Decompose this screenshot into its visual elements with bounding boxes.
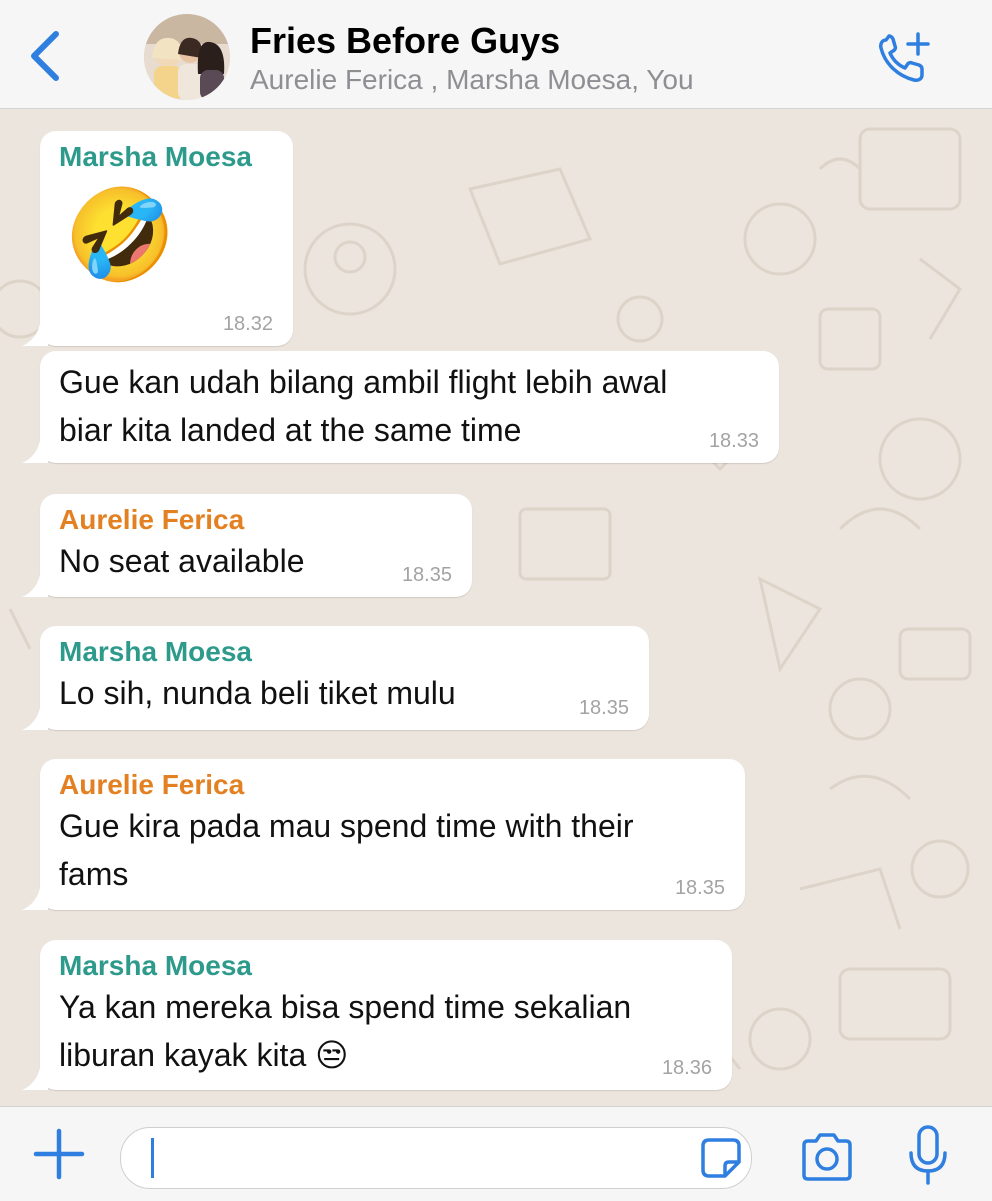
microphone-button[interactable] (906, 1123, 950, 1189)
sender-name: Aurelie Ferica (59, 504, 245, 535)
message-input[interactable] (120, 1127, 752, 1189)
message-time: 18.35 (401, 564, 452, 586)
camera-icon (802, 1133, 852, 1181)
message-bubble[interactable]: Marsha Moesa Lo sih, nunda beli tiket mu… (22, 626, 649, 730)
message-text: biar kita landed at the same time (59, 412, 522, 448)
message-time: 18.33 (708, 430, 759, 452)
message-bubble[interactable]: Marsha Moesa Ya kan mereka bisa spend ti… (22, 940, 732, 1090)
emoji-message: 🤣 (64, 186, 177, 286)
message-text: No seat available (59, 543, 305, 579)
message-text: Gue kira pada mau spend time with their (59, 808, 634, 844)
bubble-tail (22, 708, 48, 730)
sender-name: Marsha Moesa (59, 636, 252, 667)
sender-name: Marsha Moesa (59, 950, 252, 981)
message-composer (0, 1106, 992, 1201)
bubble-tail (22, 888, 48, 910)
message-text: Ya kan mereka bisa spend time sekalian (59, 989, 632, 1025)
group-title[interactable]: Fries Before Guys (250, 20, 560, 62)
message-list[interactable]: Marsha Moesa 🤣 18.32 Gue kan udah bilang… (0, 109, 992, 1106)
message-time: 18.35 (578, 697, 629, 719)
message-bubble[interactable]: Aurelie Ferica No seat available 18.35 (22, 494, 472, 597)
group-avatar[interactable] (144, 14, 230, 100)
message-time: 18.35 (674, 877, 725, 899)
plus-icon (33, 1128, 85, 1180)
attach-button[interactable] (30, 1125, 88, 1183)
message-text: fams (59, 856, 129, 892)
message-time: 18.32 (222, 313, 273, 335)
message-bubble[interactable]: Aurelie Ferica Gue kira pada mau spend t… (22, 759, 745, 910)
bubble-tail (22, 324, 48, 346)
message-bubble[interactable]: Gue kan udah bilang ambil flight lebih a… (22, 351, 779, 463)
bubble-tail (22, 441, 48, 463)
back-button[interactable] (22, 26, 72, 86)
chat-header: Fries Before Guys Aurelie Ferica , Marsh… (0, 0, 992, 109)
microphone-icon (909, 1125, 947, 1185)
sender-name: Marsha Moesa (59, 141, 252, 172)
message-text: Lo sih, nunda beli tiket mulu (59, 675, 456, 711)
sticker-button[interactable] (699, 1136, 743, 1180)
bubble-tail (22, 575, 48, 597)
sender-name: Aurelie Ferica (59, 769, 245, 800)
message-text: liburan kayak kita 😒 (59, 1037, 349, 1073)
sticker-icon (701, 1138, 741, 1178)
add-call-button[interactable] (872, 30, 938, 86)
back-chevron-icon (31, 31, 59, 81)
bubble-tail (22, 1068, 48, 1090)
camera-button[interactable] (798, 1131, 856, 1183)
message-bubble[interactable]: Marsha Moesa 🤣 18.32 (22, 131, 293, 346)
group-members[interactable]: Aurelie Ferica , Marsha Moesa, You (250, 64, 694, 96)
text-cursor (151, 1138, 154, 1178)
message-time: 18.36 (661, 1057, 712, 1079)
message-text: Gue kan udah bilang ambil flight lebih a… (59, 364, 668, 400)
call-add-icon (879, 32, 930, 82)
